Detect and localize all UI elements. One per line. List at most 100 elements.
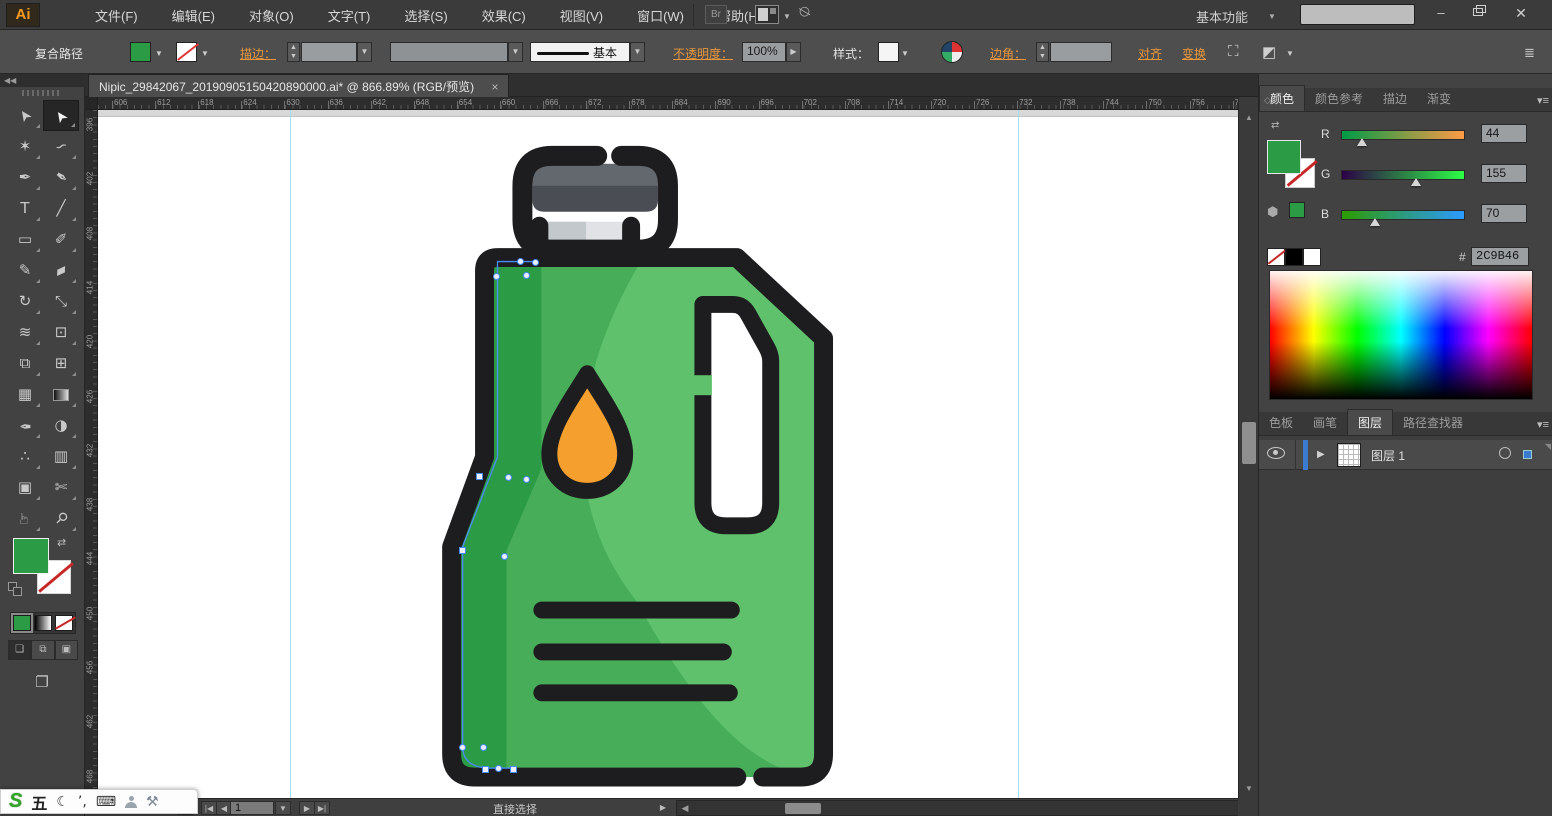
fill-caret[interactable]: ▼ xyxy=(155,49,163,58)
jug-cap-highlight[interactable] xyxy=(532,164,658,186)
artboard-caret[interactable]: ▼ xyxy=(275,801,291,815)
hand-tool[interactable]: ☞ xyxy=(7,503,43,534)
close-button[interactable]: ✕ xyxy=(1502,0,1540,26)
tab-描边[interactable]: 描边 xyxy=(1373,86,1417,111)
menu-item-对象[interactable]: 对象(O) xyxy=(249,6,294,25)
tab-close-icon[interactable]: × xyxy=(491,80,498,94)
horizontal-ruler[interactable]: 6066126186246306366426486546606666726786… xyxy=(98,97,1238,110)
menu-item-效果[interactable]: 效果(C) xyxy=(482,6,526,25)
brush-definition-field[interactable] xyxy=(390,42,508,62)
zoom-tool[interactable]: ⚲ xyxy=(43,503,79,534)
draw-behind-icon[interactable]: ⧉ xyxy=(31,640,54,660)
current-tool-display[interactable]: 直接选择 xyxy=(493,801,537,816)
opacity-link[interactable]: 不透明度： xyxy=(673,45,733,62)
arrange-documents-icon[interactable] xyxy=(755,5,779,24)
color-button[interactable] xyxy=(13,615,31,631)
direct-selection-tool[interactable]: ➤ xyxy=(43,100,79,131)
document-tab[interactable]: Nipic_29842067_20190905150420890000.ai* … xyxy=(88,74,509,97)
white-swatch[interactable] xyxy=(1303,248,1321,266)
restore-button[interactable] xyxy=(1460,0,1498,26)
guide-vertical[interactable] xyxy=(1018,110,1019,798)
layer-selection-indicator[interactable] xyxy=(1523,450,1532,459)
slider-handle-B[interactable] xyxy=(1370,218,1380,226)
workspace-caret[interactable]: ▼ xyxy=(1268,12,1276,21)
draw-inside-icon[interactable]: ▣ xyxy=(55,640,78,660)
fill-color-swatch[interactable] xyxy=(130,42,151,62)
slider-value-R[interactable]: 44 xyxy=(1481,124,1527,143)
layer-name[interactable]: 图层 1 xyxy=(1371,447,1405,464)
stroke-weight-field[interactable] xyxy=(301,42,357,62)
ime-logo[interactable]: S xyxy=(9,790,22,813)
swap-fill-stroke-icon[interactable]: ⇄ xyxy=(57,536,66,549)
magic-wand-tool[interactable]: ✶ xyxy=(7,131,43,162)
tab-渐变[interactable]: 渐变 xyxy=(1417,86,1461,111)
width-tool[interactable]: ≋ xyxy=(7,317,43,348)
color-panel-menu-icon[interactable]: ▾≡ xyxy=(1537,94,1549,107)
scroll-left-icon[interactable]: ◀ xyxy=(678,801,692,815)
anchor-point-tool[interactable]: ✒ xyxy=(43,162,79,193)
slider-track-G[interactable] xyxy=(1341,170,1465,180)
panel-collapse-icon[interactable]: ◇ xyxy=(1264,95,1271,106)
ruler-corner[interactable] xyxy=(85,97,98,110)
next-artboard-button[interactable]: ▶ xyxy=(299,801,315,815)
tab-色板[interactable]: 色板 xyxy=(1259,410,1303,435)
menu-item-选择[interactable]: 选择(S) xyxy=(404,6,447,25)
ime-settings-wrench-icon[interactable]: ⚒ xyxy=(146,794,159,810)
isolate-selection-icon[interactable]: ⛶ xyxy=(1228,43,1239,60)
menu-item-文件[interactable]: 文件(F) xyxy=(95,6,138,25)
layer-target-icon[interactable] xyxy=(1499,447,1511,459)
tools-collapse-icon[interactable]: ◀◀ xyxy=(0,74,85,87)
label-bar-3[interactable] xyxy=(533,684,737,701)
anchor-point[interactable] xyxy=(482,766,489,773)
stroke-weight-caret[interactable]: ▼ xyxy=(357,42,372,62)
minimize-button[interactable]: – xyxy=(1422,0,1460,26)
tab-颜色参考[interactable]: 颜色参考 xyxy=(1305,86,1373,111)
stroke-weight-stepper[interactable]: ▲▼ xyxy=(287,42,300,62)
none-button[interactable] xyxy=(55,615,73,631)
ime-mode-toggle[interactable]: 五 xyxy=(31,790,47,814)
arrange-documents-caret[interactable]: ▼ xyxy=(783,12,791,21)
style-swatch[interactable] xyxy=(878,42,899,62)
anchor-point[interactable] xyxy=(495,765,502,772)
transform-link[interactable]: 变换 xyxy=(1182,45,1206,62)
blend-tool[interactable]: ◑ xyxy=(43,410,79,441)
free-transform-tool[interactable]: ⊡ xyxy=(43,317,79,348)
gradient-tool[interactable] xyxy=(43,379,79,410)
style-caret[interactable]: ▼ xyxy=(901,49,909,58)
corner-link[interactable]: 边角： xyxy=(990,45,1026,62)
default-fill-stroke-icon[interactable] xyxy=(8,582,24,598)
rectangle-tool[interactable]: ▭ xyxy=(7,224,43,255)
align-link[interactable]: 对齐 xyxy=(1138,45,1162,62)
label-bar-1[interactable] xyxy=(533,602,739,619)
slider-track-B[interactable] xyxy=(1341,210,1465,220)
stroke-caret[interactable]: ▼ xyxy=(201,49,209,58)
horizontal-scroll-thumb[interactable] xyxy=(785,803,821,814)
guide-vertical[interactable] xyxy=(290,110,291,798)
anchor-point[interactable] xyxy=(523,272,530,279)
eraser-tool[interactable]: ▰ xyxy=(43,255,79,286)
stroke-style-preview[interactable]: 基本 xyxy=(530,42,630,62)
anchor-point[interactable] xyxy=(480,744,487,751)
select-similar-caret[interactable]: ▼ xyxy=(1286,49,1294,58)
draw-normal-icon[interactable]: ❏ xyxy=(8,640,31,660)
vertical-scroll-thumb[interactable] xyxy=(1242,422,1256,464)
anchor-point[interactable] xyxy=(459,547,466,554)
label-bar-2[interactable] xyxy=(533,643,731,660)
slider-value-B[interactable]: 70 xyxy=(1481,204,1527,223)
anchor-point[interactable] xyxy=(501,553,508,560)
slider-value-G[interactable]: 155 xyxy=(1481,164,1527,183)
color-spectrum[interactable] xyxy=(1269,270,1533,400)
slice-tool[interactable]: ✄ xyxy=(43,472,79,503)
last-artboard-button[interactable]: ▶| xyxy=(314,801,330,815)
perspective-grid-tool[interactable]: ⊞ xyxy=(43,348,79,379)
gradient-button[interactable] xyxy=(34,615,52,631)
hex-field[interactable]: 2C9B46 xyxy=(1471,247,1529,266)
screen-mode-icon[interactable]: ❐ xyxy=(22,670,62,696)
black-swatch[interactable] xyxy=(1285,248,1303,266)
select-similar-icon[interactable]: ◩ xyxy=(1262,43,1276,61)
menu-item-编辑[interactable]: 编辑(E) xyxy=(172,6,215,25)
menu-item-文字[interactable]: 文字(T) xyxy=(328,6,371,25)
artboard-field[interactable]: 1 xyxy=(230,801,274,815)
brush-definition-caret[interactable]: ▼ xyxy=(508,42,523,62)
paintbrush-tool[interactable]: ✐ xyxy=(43,224,79,255)
